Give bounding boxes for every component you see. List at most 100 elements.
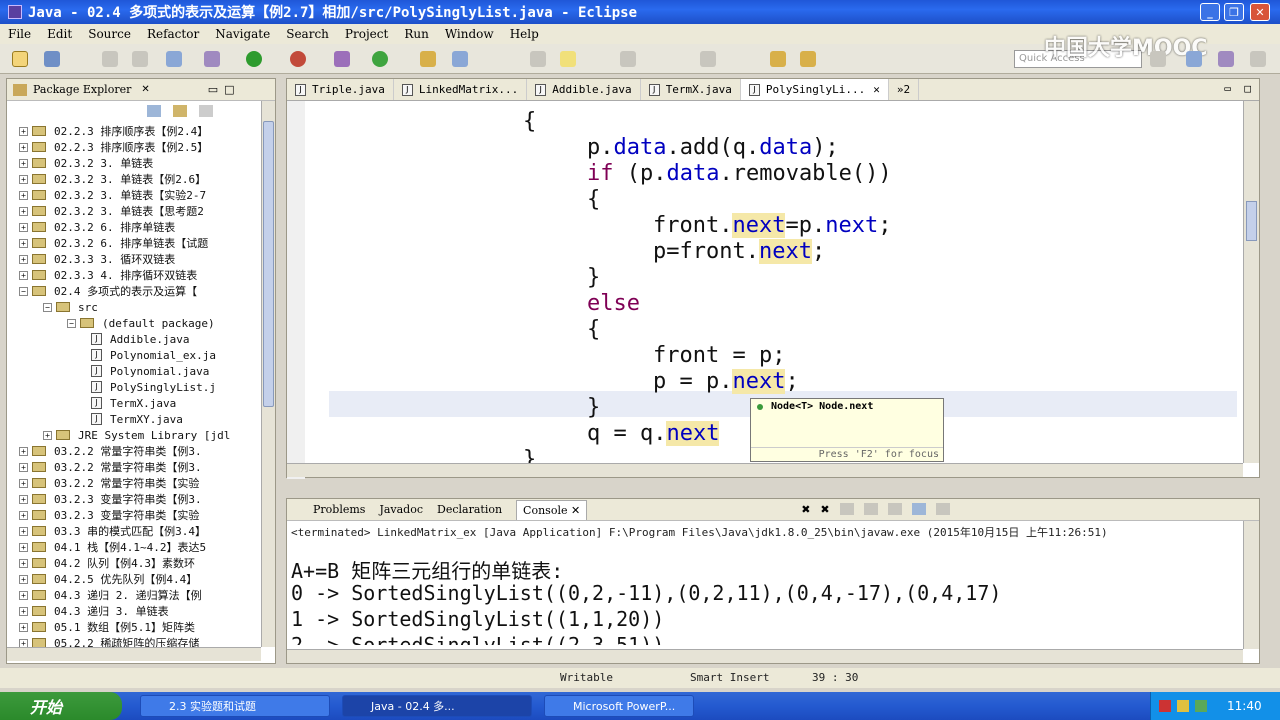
tab-problems[interactable]: Problems (313, 503, 365, 516)
close-console-icon[interactable]: ✕ (571, 504, 580, 517)
tree-item[interactable]: +02.3.2 6. 排序单链表 (7, 219, 261, 235)
tree-item[interactable]: − 02.4 多项式的表示及运算【 (7, 283, 261, 299)
tree-item[interactable]: J Addible.java (7, 331, 261, 347)
perspective-icon[interactable] (1250, 51, 1266, 67)
tree-item[interactable]: +02.3.3 3. 循环双链表 (7, 251, 261, 267)
expand-toggle-icon[interactable]: + (19, 254, 28, 264)
expand-toggle-icon[interactable]: + (19, 142, 28, 152)
remove-launches-icon[interactable]: ✖ (820, 503, 829, 516)
expand-toggle-icon[interactable]: + (19, 462, 28, 472)
package-explorer-vscrollbar[interactable] (261, 101, 275, 647)
tree-item[interactable]: +02.3.3 4. 排序循环双链表 (7, 267, 261, 283)
tree-item[interactable]: +02.2.3 排序顺序表【例2.5】 (7, 139, 261, 155)
menu-file[interactable]: File (8, 27, 31, 41)
editor-scroll-thumb[interactable] (1246, 201, 1257, 241)
expand-toggle-icon[interactable]: + (19, 206, 28, 216)
tree-item[interactable]: +03.3 串的模式匹配【例3.4】 (7, 523, 261, 539)
console-vscrollbar[interactable] (1243, 521, 1259, 649)
tray-app-icon[interactable] (1159, 700, 1171, 712)
menu-source[interactable]: Source (88, 27, 131, 41)
collapse-all-icon[interactable] (147, 105, 161, 117)
java-perspective-icon[interactable] (1186, 51, 1202, 67)
package-explorer-scroll-thumb[interactable] (263, 121, 274, 407)
debug-perspective-icon[interactable] (1218, 51, 1234, 67)
tab-javadoc[interactable]: Javadoc (379, 503, 423, 516)
tree-item[interactable]: +03.2.2 常量字符串类【实验 (7, 475, 261, 491)
task-eclipse[interactable]: Java - 02.4 多... (342, 695, 532, 717)
expand-toggle-icon[interactable]: + (19, 494, 28, 504)
show-whitespace-icon[interactable] (620, 51, 636, 67)
tree-item[interactable]: +02.3.2 3. 单链表 (7, 155, 261, 171)
expand-toggle-icon[interactable]: + (19, 526, 28, 536)
tab-console[interactable]: Console ✕ (516, 499, 588, 520)
task-powerpoint[interactable]: Microsoft PowerP... (544, 695, 694, 717)
expand-toggle-icon[interactable]: + (19, 606, 28, 616)
tree-item[interactable]: +03.2.3 变量字符串类【例3. (7, 491, 261, 507)
tree-item[interactable]: +04.3 递归 3. 单链表 (7, 603, 261, 619)
close-button[interactable]: ✕ (1250, 3, 1270, 21)
tree-item[interactable]: J Polynomial.java (7, 363, 261, 379)
menu-edit[interactable]: Edit (47, 27, 72, 41)
menu-project[interactable]: Project (345, 27, 388, 41)
expand-toggle-icon[interactable]: + (19, 158, 28, 168)
tree-item[interactable]: +02.3.2 6. 排序单链表【试题 (7, 235, 261, 251)
close-view-icon[interactable]: ✕ (141, 84, 149, 95)
tab-termx-java[interactable]: J TermX.java (641, 79, 741, 100)
tree-item[interactable]: +03.2.3 变量字符串类【实验 (7, 507, 261, 523)
expand-toggle-icon[interactable]: + (19, 558, 28, 568)
expand-toggle-icon[interactable]: + (19, 622, 28, 632)
task-folder[interactable]: 2.3 实验题和试题 (140, 695, 330, 717)
expand-toggle-icon[interactable]: + (43, 430, 52, 440)
tree-item[interactable]: +04.2 队列【例4.3】素数环 (7, 555, 261, 571)
expand-toggle-icon[interactable]: + (19, 190, 28, 200)
editor-vscrollbar[interactable] (1243, 101, 1259, 463)
tab-polysinglylist[interactable]: J PolySinglyLi... ✕ (740, 79, 889, 100)
menu-navigate[interactable]: Navigate (215, 27, 270, 41)
tree-item[interactable]: J Polynomial_ex.ja (7, 347, 261, 363)
console-hscrollbar[interactable] (287, 649, 1243, 663)
forward-icon[interactable] (800, 51, 816, 67)
close-tab-icon[interactable]: ✕ (873, 83, 880, 96)
toggle-mark-icon[interactable] (530, 51, 546, 67)
tree-item[interactable]: +04.2.5 优先队列【例4.4】 (7, 571, 261, 587)
expand-toggle-icon[interactable]: + (19, 222, 28, 232)
save-icon[interactable] (44, 51, 60, 67)
tree-item[interactable]: +02.2.3 排序顺序表【例2.4】 (7, 123, 261, 139)
network-icon[interactable] (1195, 700, 1207, 712)
expand-toggle-icon[interactable]: + (19, 270, 28, 280)
package-explorer-hscrollbar[interactable] (7, 647, 261, 661)
expand-toggle-icon[interactable]: + (19, 542, 28, 552)
tree-item[interactable]: J PolySinglyList.j (7, 379, 261, 395)
maximize-button[interactable]: ❐ (1224, 3, 1244, 21)
expand-toggle-icon[interactable]: + (19, 446, 28, 456)
tab-declaration[interactable]: Declaration (437, 503, 502, 516)
minimize-editor-icon[interactable]: ▭ (1224, 82, 1231, 95)
tree-item[interactable]: +02.3.2 3. 单链表【实验2-7 (7, 187, 261, 203)
highlight-icon[interactable] (560, 51, 576, 67)
menu-refactor[interactable]: Refactor (147, 27, 199, 41)
expand-toggle-icon[interactable]: + (19, 238, 28, 248)
tree-item[interactable]: +02.3.2 3. 单链表【思考题2 (7, 203, 261, 219)
tree-item[interactable]: +02.3.2 3. 单链表【例2.6】 (7, 171, 261, 187)
back-icon[interactable] (770, 51, 786, 67)
new-class-icon[interactable] (372, 51, 388, 67)
new-java-project-icon[interactable] (334, 51, 350, 67)
print-icon[interactable] (102, 51, 118, 67)
minimize-button[interactable]: _ (1200, 3, 1220, 21)
expand-toggle-icon[interactable]: − (43, 302, 52, 312)
maximize-editor-icon[interactable]: □ (1244, 82, 1251, 95)
expand-toggle-icon[interactable]: + (19, 638, 28, 647)
tab-linkedmatrix[interactable]: J LinkedMatrix... (394, 79, 528, 100)
tool-icon[interactable] (166, 51, 182, 67)
debug-icon[interactable] (204, 51, 220, 67)
open-type-icon[interactable] (420, 51, 436, 67)
start-button[interactable]: 开始 (0, 692, 122, 720)
tab-overflow[interactable]: »2 (889, 79, 920, 100)
scroll-lock-icon[interactable] (863, 503, 878, 515)
tree-item[interactable]: +03.2.2 常量字符串类【例3. (7, 459, 261, 475)
view-menu-icon[interactable] (199, 105, 213, 117)
search-icon[interactable] (452, 51, 468, 67)
maximize-view-icon[interactable]: □ (224, 83, 234, 96)
open-console-icon[interactable] (935, 503, 950, 515)
tree-item[interactable]: +04.3 递归 2. 递归算法【例 (7, 587, 261, 603)
